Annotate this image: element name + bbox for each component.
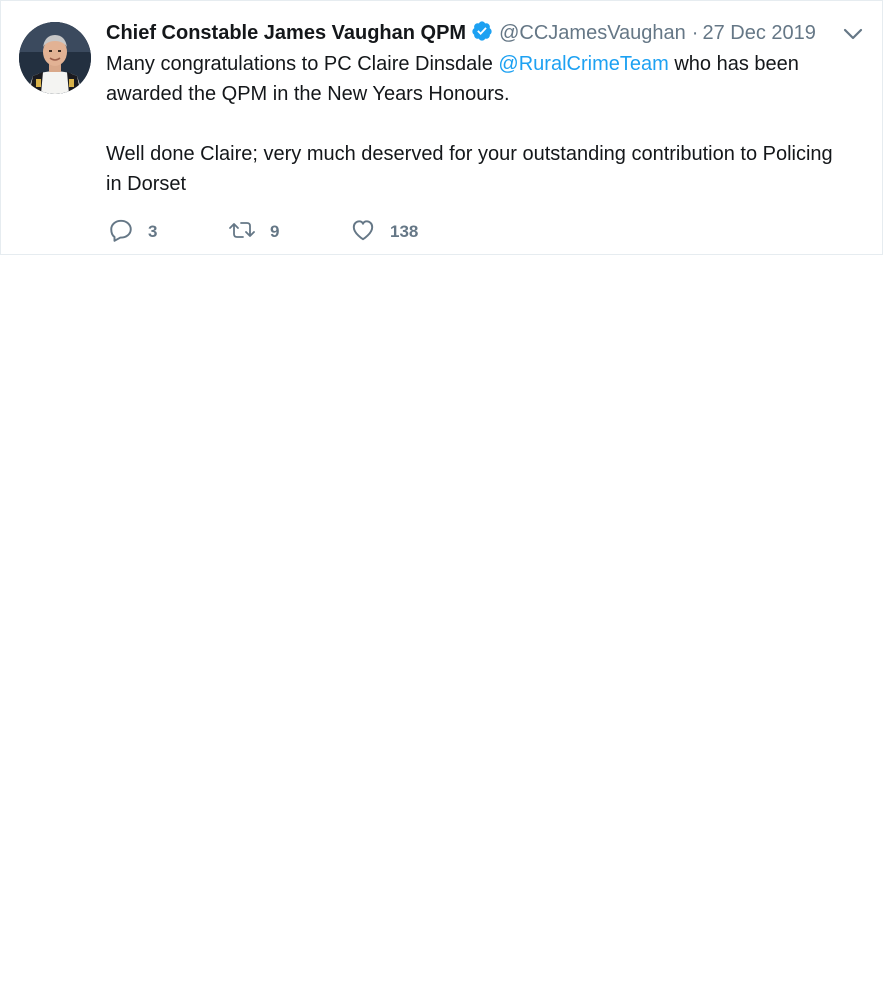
like-button[interactable]: 138 bbox=[350, 217, 418, 247]
avatar[interactable] bbox=[19, 22, 91, 94]
reply-count: 3 bbox=[148, 222, 158, 241]
author-name[interactable]: Chief Constable James Vaughan QPM bbox=[106, 22, 466, 44]
retweet-button[interactable]: 9 bbox=[228, 217, 279, 247]
tweet-paragraph-2: Well done Claire; very much deserved for… bbox=[106, 143, 833, 195]
chevron-down-icon[interactable] bbox=[842, 25, 864, 43]
heart-icon bbox=[350, 217, 376, 248]
tweet-date[interactable]: 27 Dec 2019 bbox=[702, 22, 815, 44]
tweet-header: Chief Constable James Vaughan QPM @CCJame… bbox=[106, 19, 816, 47]
reply-button[interactable]: 3 bbox=[108, 217, 157, 247]
mention-link[interactable]: @RuralCrimeTeam bbox=[498, 53, 668, 75]
separator-dot: · bbox=[691, 22, 699, 44]
reply-icon bbox=[108, 217, 134, 248]
like-count: 138 bbox=[390, 222, 419, 241]
tweet-text: Many congratulations to PC Claire Dinsda… bbox=[106, 49, 846, 199]
retweet-icon bbox=[228, 217, 256, 248]
tweet-text-part1: Many congratulations to PC Claire Dinsda… bbox=[106, 53, 499, 75]
tweet-card[interactable]: Chief Constable James Vaughan QPM @CCJame… bbox=[0, 0, 883, 255]
verified-badge-icon bbox=[471, 20, 493, 42]
tweet-paragraph-1: Many congratulations to PC Claire Dinsda… bbox=[106, 49, 846, 109]
retweet-count: 9 bbox=[270, 222, 280, 241]
author-handle[interactable]: @CCJamesVaughan bbox=[499, 22, 686, 44]
avatar-image bbox=[19, 22, 91, 94]
